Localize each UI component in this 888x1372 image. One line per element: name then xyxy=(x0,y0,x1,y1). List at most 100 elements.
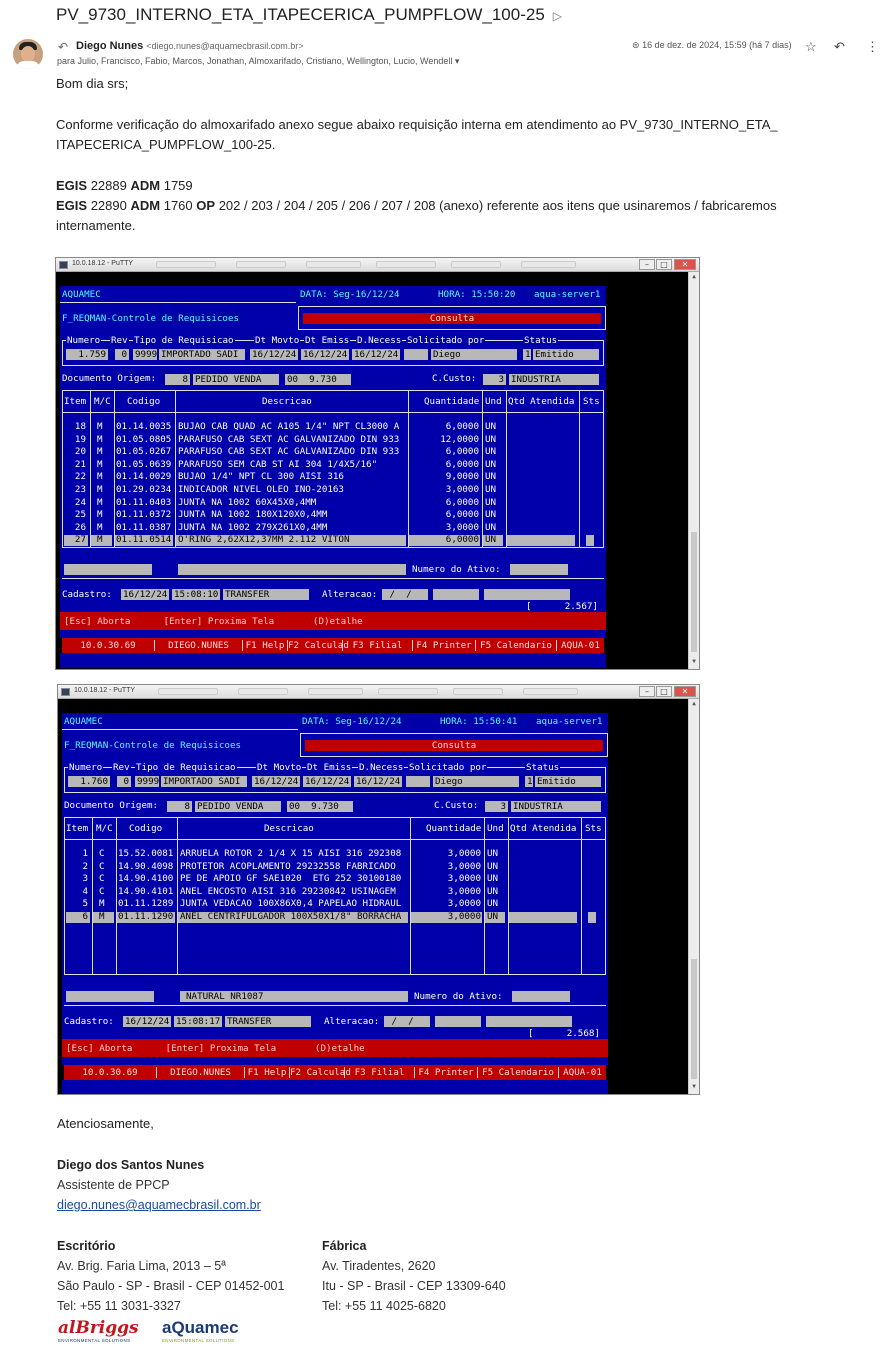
minimize-button[interactable]: – xyxy=(639,259,655,270)
recipients-line[interactable]: para Julio, Francisco, Fabio, Marcos, Jo… xyxy=(57,56,459,67)
function-key-3[interactable]: F2 Calculad xyxy=(287,640,349,651)
function-key-7[interactable]: AQUA-01 xyxy=(556,640,604,651)
status-field[interactable]: Emitido xyxy=(535,776,601,787)
function-key-7[interactable]: AQUA-01 xyxy=(558,1067,606,1078)
tipo-code-field[interactable]: 9999 xyxy=(135,776,159,787)
alteracao-user-field[interactable] xyxy=(486,1016,572,1027)
solicitado-field[interactable]: Diego xyxy=(433,776,519,787)
more-options-icon[interactable]: ⋮ xyxy=(866,39,879,55)
function-key-4[interactable]: F3 Filial xyxy=(344,1067,414,1078)
status-code-field[interactable]: 1 xyxy=(525,776,533,787)
ccusto-field[interactable]: INDUSTRIA xyxy=(509,374,599,385)
terminal-scrollbar[interactable]: ▲ ▼ xyxy=(688,272,699,669)
terminal-scrollbar[interactable]: ▲ ▼ xyxy=(688,699,699,1094)
maximize-button[interactable]: □ xyxy=(656,686,672,697)
ccusto-code-field[interactable]: 3 xyxy=(485,801,508,812)
numero-field[interactable]: 1.760 xyxy=(68,776,110,787)
dt-emiss-field[interactable]: 16/12/24 xyxy=(303,776,351,787)
cadastro-time-field[interactable]: 15:08:17 xyxy=(174,1016,222,1027)
d-necess-field[interactable]: 16/12/24 xyxy=(354,776,402,787)
signature-email-link[interactable]: diego.nunes@aquamecbrasil.com.br xyxy=(57,1195,261,1215)
close-button[interactable]: ✕ xyxy=(674,259,696,270)
blank-field[interactable] xyxy=(64,564,152,575)
blank-field[interactable] xyxy=(66,991,154,1002)
scroll-thumb[interactable] xyxy=(691,532,697,652)
email-subject: PV_9730_INTERNO_ETA_ITAPECERICA_PUMPFLOW… xyxy=(56,5,562,25)
rev-field[interactable]: 0 xyxy=(117,776,131,787)
function-key-2[interactable]: F1 Help xyxy=(244,1067,289,1078)
background-tab xyxy=(453,688,503,695)
cadastro-time-field[interactable]: 15:08:10 xyxy=(172,589,220,600)
function-key-5[interactable]: F4 Printer xyxy=(414,1067,477,1078)
ativo-field[interactable] xyxy=(510,564,568,575)
extra-field[interactable]: NATURAL NR1087 xyxy=(180,991,408,1002)
item-code: 14.90.4100 xyxy=(118,873,174,885)
alteracao-date-field[interactable]: / / xyxy=(382,589,428,600)
sender-avatar[interactable] xyxy=(13,39,43,69)
office-line: Tel: +55 11 3031-3327 xyxy=(57,1299,181,1313)
cadastro-date-field[interactable]: 16/12/24 xyxy=(121,589,169,600)
doc-field[interactable]: PEDIDO VENDA xyxy=(195,801,281,812)
selected-row-highlight[interactable] xyxy=(588,912,596,923)
dt-movto-field[interactable]: 16/12/24 xyxy=(250,349,298,360)
function-key-6[interactable]: F5 Calendario xyxy=(475,640,556,651)
cadastro-user-field[interactable]: TRANSFER xyxy=(223,589,309,600)
doc-number-field[interactable]: 00 9.730 xyxy=(285,374,351,385)
status-code-field[interactable]: 1 xyxy=(523,349,531,360)
tipo-field[interactable]: IMPORTADO SADI xyxy=(161,776,247,787)
column-header: Descricao xyxy=(264,823,314,834)
doc-code-field[interactable]: 8 xyxy=(165,374,190,385)
column-header: Und xyxy=(487,823,504,834)
item-description: JUNTA VEDACAO 100X86X0,4 PAPELAO HIDRAUL xyxy=(180,899,402,910)
d-necess-field[interactable]: 16/12/24 xyxy=(352,349,400,360)
dt-movto-field[interactable]: 16/12/24 xyxy=(252,776,300,787)
item-description: BUJAO 1/4" NPT CL 300 AISI 316 xyxy=(178,472,344,483)
chevron-down-icon[interactable]: ▾ xyxy=(455,56,460,66)
ccusto-field[interactable]: INDUSTRIA xyxy=(511,801,601,812)
cadastro-date-field[interactable]: 16/12/24 xyxy=(123,1016,171,1027)
doc-code-field[interactable]: 8 xyxy=(167,801,192,812)
scroll-down-icon[interactable]: ▼ xyxy=(689,658,699,668)
scroll-up-icon[interactable]: ▲ xyxy=(689,700,699,710)
rev-field[interactable]: 0 xyxy=(115,349,129,360)
minimize-button[interactable]: – xyxy=(639,686,655,697)
alteracao-user-field[interactable] xyxy=(484,589,570,600)
doc-number-field[interactable]: 00 9.730 xyxy=(287,801,353,812)
solicitado-field[interactable]: Diego xyxy=(431,349,517,360)
label-tag-icon[interactable]: ▷ xyxy=(553,9,562,23)
column-header: Item xyxy=(64,396,87,407)
scroll-thumb[interactable] xyxy=(691,959,697,1079)
scroll-down-icon[interactable]: ▼ xyxy=(689,1083,699,1093)
module-name: F_REQMAN-Controle de Requisicoes xyxy=(62,313,240,324)
solicitado-prefix-field[interactable] xyxy=(406,776,430,787)
alteracao-date-field[interactable]: / / xyxy=(384,1016,430,1027)
numero-field[interactable]: 1.759 xyxy=(66,349,108,360)
extra-field[interactable] xyxy=(178,564,406,575)
star-icon[interactable]: ☆ xyxy=(805,39,817,55)
alteracao-time-field[interactable] xyxy=(433,589,479,600)
doc-field[interactable]: PEDIDO VENDA xyxy=(193,374,279,385)
selected-row-highlight[interactable] xyxy=(507,535,575,547)
tipo-code-field[interactable]: 9999 xyxy=(133,349,157,360)
function-key-3[interactable]: F2 Calculad xyxy=(289,1067,351,1078)
factory-line: Tel: +55 11 4025-6820 xyxy=(322,1299,446,1313)
ativo-field[interactable] xyxy=(512,991,570,1002)
selected-row-highlight[interactable] xyxy=(509,912,577,923)
maximize-button[interactable]: □ xyxy=(656,259,672,270)
ccusto-code-field[interactable]: 3 xyxy=(483,374,506,385)
dt-emiss-field[interactable]: 16/12/24 xyxy=(301,349,349,360)
sender-name[interactable]: Diego Nunes xyxy=(76,40,143,52)
tipo-field[interactable]: IMPORTADO SADI xyxy=(159,349,245,360)
selected-row-highlight[interactable] xyxy=(586,535,594,547)
solicitado-prefix-field[interactable] xyxy=(404,349,428,360)
function-key-4[interactable]: F3 Filial xyxy=(342,640,412,651)
reply-icon[interactable]: ↶ xyxy=(834,39,845,55)
function-key-6[interactable]: F5 Calendario xyxy=(477,1067,558,1078)
status-field[interactable]: Emitido xyxy=(533,349,599,360)
function-key-2[interactable]: F1 Help xyxy=(242,640,287,651)
cadastro-user-field[interactable]: TRANSFER xyxy=(225,1016,311,1027)
scroll-up-icon[interactable]: ▲ xyxy=(689,273,699,283)
close-button[interactable]: ✕ xyxy=(674,686,696,697)
alteracao-time-field[interactable] xyxy=(435,1016,481,1027)
function-key-5[interactable]: F4 Printer xyxy=(412,640,475,651)
